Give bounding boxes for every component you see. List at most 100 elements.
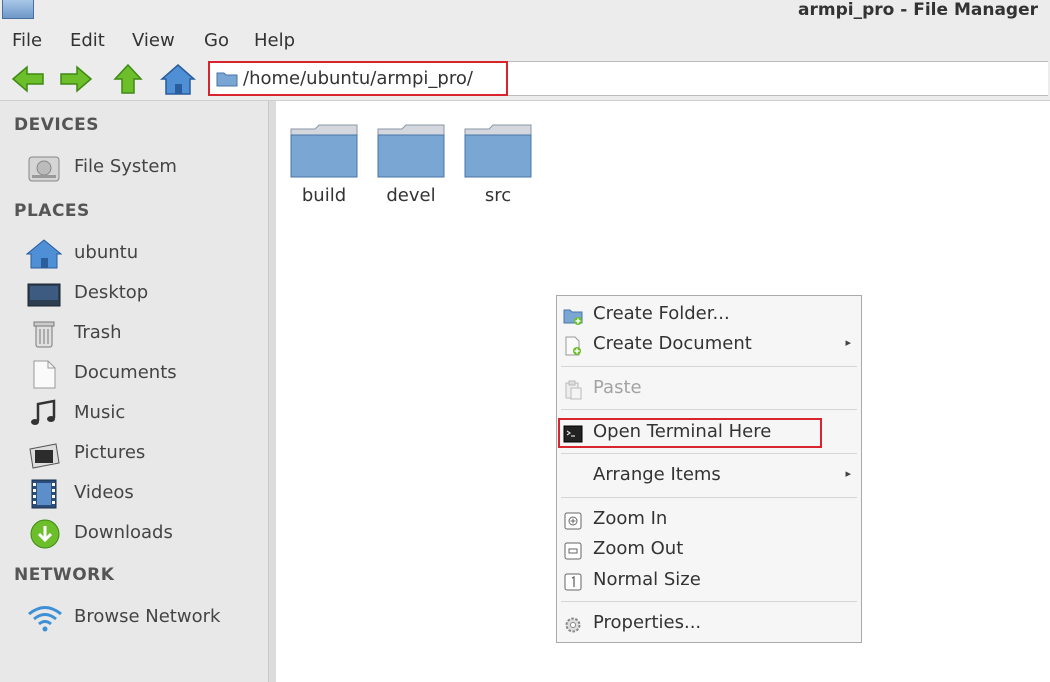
menu-separator	[561, 366, 857, 367]
pictures-icon	[29, 443, 60, 469]
music-icon	[31, 399, 56, 425]
sidebar-item-label: ubuntu	[74, 242, 139, 263]
title-bar: armpi_pro - File Manager	[0, 0, 1050, 24]
sidebar-item-desktop[interactable]: Desktop	[26, 277, 262, 311]
location-bar[interactable]: /home/ubuntu/armpi_pro/	[208, 61, 508, 96]
menu-item-label: Zoom Out	[593, 538, 684, 559]
menu-edit[interactable]: Edit	[70, 30, 105, 51]
sidebar-resize-handle[interactable]	[268, 101, 276, 682]
back-button[interactable]	[10, 62, 46, 96]
menu-bar: File Edit View Go Help	[0, 24, 1050, 58]
zoom-normal-icon	[564, 573, 582, 591]
window-title: armpi_pro - File Manager	[798, 0, 1038, 20]
menu-item-zoom-in[interactable]: Zoom In	[557, 505, 861, 535]
menu-item-zoom-out[interactable]: Zoom Out	[557, 535, 861, 565]
trash-icon	[33, 321, 55, 348]
sidebar-item-ubuntu[interactable]: ubuntu	[26, 237, 262, 271]
menu-separator	[561, 497, 857, 498]
location-path[interactable]: /home/ubuntu/armpi_pro/	[243, 68, 473, 89]
folder-item[interactable]: devel	[368, 123, 454, 219]
sidebar-item-label: Browse Network	[74, 606, 221, 627]
sidebar-item-label: File System	[74, 156, 177, 177]
menu-item-paste: Paste	[557, 374, 861, 404]
menu-separator	[561, 409, 857, 410]
places-heading: PLACES	[14, 201, 90, 221]
sidebar-item-label: Music	[74, 402, 126, 423]
zoom-in-icon	[564, 512, 582, 530]
menu-item-label: Zoom In	[593, 508, 668, 529]
wifi-icon	[28, 606, 62, 632]
menu-item-create-folder[interactable]: Create Folder...	[557, 300, 861, 330]
menu-item-label: Create Document	[593, 333, 752, 354]
location-bar-field[interactable]	[508, 61, 1048, 96]
sidebar-item-downloads[interactable]: Downloads	[26, 517, 262, 551]
desktop-icon	[27, 283, 61, 307]
up-arrow-icon	[113, 63, 143, 94]
sidebar-item-trash[interactable]: Trash	[26, 317, 262, 351]
menu-item-label: Normal Size	[593, 569, 701, 590]
sidebar-item-label: Downloads	[74, 522, 173, 543]
folder-item[interactable]: build	[281, 123, 367, 219]
menu-separator	[561, 453, 857, 454]
document-icon	[33, 360, 56, 389]
window-menu-icon[interactable]	[2, 0, 34, 19]
up-button[interactable]	[110, 62, 146, 96]
menu-item-arrange-items[interactable]: Arrange Items ▸	[557, 461, 861, 491]
home-icon	[160, 64, 196, 95]
menu-item-label: Arrange Items	[593, 464, 721, 485]
folder-label: src	[484, 185, 512, 206]
download-icon	[30, 519, 60, 549]
menu-go[interactable]: Go	[204, 30, 229, 51]
sidebar-item-label: Trash	[74, 322, 122, 343]
home-button[interactable]	[160, 62, 196, 96]
home-icon	[26, 239, 62, 269]
paste-icon	[565, 380, 582, 400]
context-menu: Create Folder... Create Document ▸ Paste…	[556, 295, 862, 643]
folder-label: build	[301, 185, 347, 206]
sidebar-item-documents[interactable]: Documents	[26, 357, 262, 391]
gear-icon	[565, 617, 581, 633]
zoom-out-icon	[564, 542, 582, 560]
menu-item-label: Create Folder...	[593, 303, 730, 324]
menu-item-normal-size[interactable]: Normal Size	[557, 566, 861, 596]
menu-item-properties[interactable]: Properties...	[557, 609, 861, 639]
sidebar-item-label: Videos	[74, 482, 134, 503]
menu-help[interactable]: Help	[254, 30, 295, 51]
sidebar-item-label: Documents	[74, 362, 177, 383]
sidebar: DEVICES File System PLACES ubuntu Deskto…	[0, 101, 268, 682]
drive-icon	[28, 156, 60, 182]
folder-item[interactable]: src	[455, 123, 541, 219]
back-arrow-icon	[11, 65, 44, 93]
sidebar-item-label: Pictures	[74, 442, 146, 463]
folder-add-icon	[563, 309, 583, 325]
terminal-icon	[563, 425, 583, 443]
network-heading: NETWORK	[14, 565, 115, 585]
document-add-icon	[565, 336, 581, 356]
toolbar: /home/ubuntu/armpi_pro/	[0, 58, 1050, 101]
menu-view[interactable]: View	[132, 30, 175, 51]
sidebar-item-videos[interactable]: Videos	[26, 477, 262, 511]
sidebar-item-browse-network[interactable]: Browse Network	[26, 601, 262, 635]
sidebar-item-music[interactable]: Music	[26, 397, 262, 431]
menu-file[interactable]: File	[12, 30, 42, 51]
devices-heading: DEVICES	[14, 115, 100, 135]
menu-item-label: Properties...	[593, 612, 702, 633]
menu-item-label: Paste	[593, 377, 642, 398]
menu-item-create-document[interactable]: Create Document ▸	[557, 330, 861, 360]
menu-separator	[561, 601, 857, 602]
submenu-arrow-icon: ▸	[845, 467, 851, 480]
sidebar-item-pictures[interactable]: Pictures	[26, 437, 262, 471]
folder-icon	[216, 72, 238, 87]
sidebar-item-file-system[interactable]: File System	[26, 151, 262, 185]
folder-icon	[290, 124, 358, 178]
menu-item-label: Open Terminal Here	[593, 421, 772, 442]
videos-icon	[31, 479, 57, 509]
folder-icon	[377, 124, 445, 178]
menu-item-open-terminal-here[interactable]: Open Terminal Here	[557, 418, 861, 448]
folder-label: devel	[386, 185, 436, 206]
forward-arrow-icon	[60, 65, 93, 93]
sidebar-item-label: Desktop	[74, 282, 149, 303]
folder-icon	[464, 124, 532, 178]
forward-button[interactable]	[58, 62, 94, 96]
submenu-arrow-icon: ▸	[845, 336, 851, 349]
